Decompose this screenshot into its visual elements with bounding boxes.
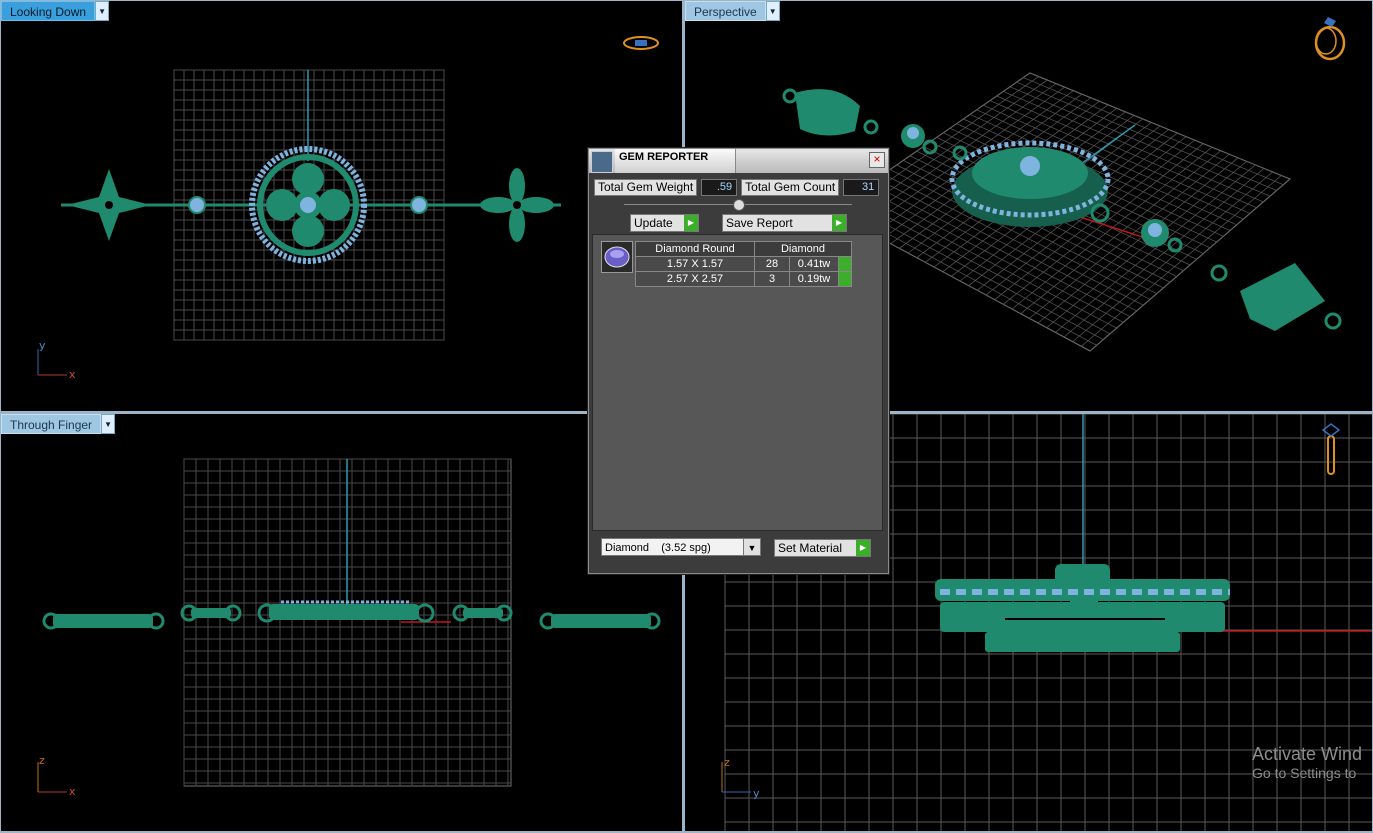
chevron-down-icon[interactable]: ▼ [765,1,780,21]
dialog-titlebar[interactable]: GEM REPORTER × [589,149,888,173]
dialog-title: GEM REPORTER [619,151,709,163]
total-weight-field[interactable]: .59 [701,179,738,196]
divider-handle[interactable] [733,199,745,211]
svg-text:x: x [69,785,76,798]
update-button[interactable]: Update ▶ [630,214,699,232]
play-arrow-icon: ▶ [856,540,870,556]
set-material-button[interactable]: Set Material ▶ [774,539,871,557]
gem-reporter-dialog[interactable]: GEM REPORTER × Total Gem Weight .59 Tota… [588,148,889,574]
diamond-round-icon [601,241,633,273]
table-row[interactable]: 1.57 X 1.57 28 0.41tw [635,256,852,272]
totals-row: Total Gem Weight .59 Total Gem Count 31 [594,179,880,196]
viewport-through-finger[interactable]: Through Finger ▼ z x [1,414,682,831]
gem-count: 3 [754,271,790,287]
row-select-arrow-icon[interactable] [838,256,852,272]
svg-text:y: y [39,339,46,352]
save-report-label: Save Report [726,216,793,230]
ring-3d-icon [1314,17,1346,61]
chevron-down-icon[interactable]: ▼ [743,539,760,555]
ring-side-icon [1321,423,1341,475]
gem-size: 1.57 X 1.57 [635,256,755,272]
chevron-down-icon[interactable]: ▼ [101,414,116,434]
svg-text:z: z [39,754,45,767]
viewport-name: Through Finger [1,414,102,434]
gem-weight: 0.41tw [789,256,839,272]
gem-weight: 0.19tw [789,271,839,287]
save-report-button[interactable]: Save Report ▶ [722,214,847,232]
total-count-field[interactable]: 31 [843,179,880,196]
scene-top-view: y x [37,69,561,381]
row-select-arrow-icon[interactable] [838,271,852,287]
close-icon[interactable]: × [869,152,885,168]
svg-text:x: x [69,368,76,381]
set-material-label: Set Material [778,541,843,555]
column-header-material: Diamond [754,241,852,257]
column-header-shape: Diamond Round [635,241,755,257]
gem-count: 28 [754,256,790,272]
table-row[interactable]: 2.57 X 2.57 3 0.19tw [635,271,852,287]
app-logo-icon [591,151,613,173]
watermark-line2: Go to Settings to [1252,765,1357,781]
svg-text:z: z [724,756,730,769]
viewport-looking-down[interactable]: Looking Down ▼ y x [1,1,682,411]
watermark-line1: Activate Wind [1252,744,1363,764]
svg-text:y: y [753,787,760,800]
chevron-down-icon[interactable]: ▼ [95,1,110,21]
play-arrow-icon: ▶ [684,215,698,231]
activation-watermark: Activate Wind Go to Settings to [1252,744,1362,781]
gem-list-panel: Diamond Round Diamond 1.57 X 1.57 28 0.4… [592,234,883,531]
viewport-label[interactable]: Through Finger ▼ [1,414,116,434]
viewport-label[interactable]: Looking Down ▼ [1,1,110,21]
viewport-name: Looking Down [1,1,96,21]
material-value: Diamond (3.52 spg) [605,542,711,554]
gem-table: Diamond Round Diamond 1.57 X 1.57 28 0.4… [635,241,852,287]
total-count-label: Total Gem Count [741,179,840,196]
total-weight-label: Total Gem Weight [594,179,698,196]
material-select[interactable]: Diamond (3.52 spg) ▼ [601,538,761,556]
gem-size: 2.57 X 2.57 [635,271,755,287]
ring-orientation-icon [623,36,659,50]
scene-front-view: z x [37,458,661,798]
viewport-name: Perspective [685,1,766,21]
play-arrow-icon: ▶ [832,215,846,231]
viewport-label[interactable]: Perspective ▼ [685,1,780,21]
update-label: Update [634,216,673,230]
